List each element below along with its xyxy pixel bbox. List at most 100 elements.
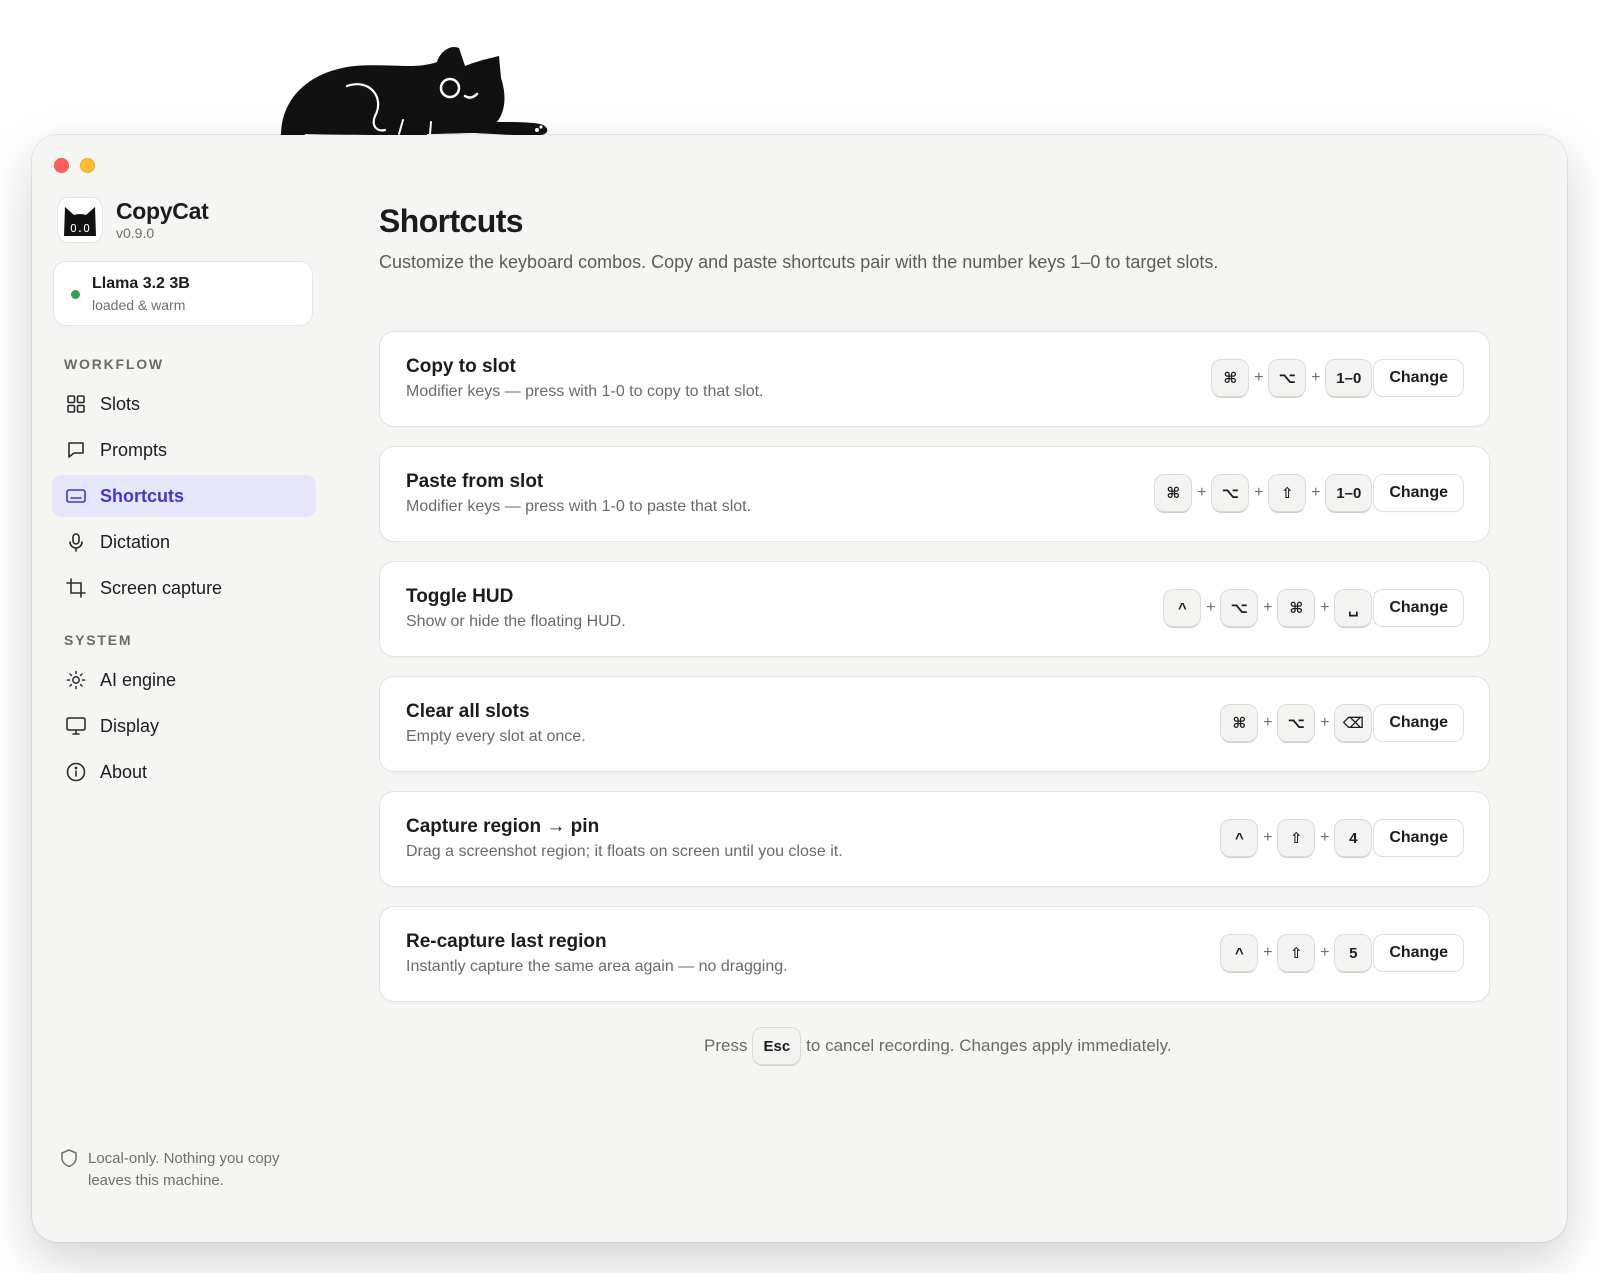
command-key: ⌘ bbox=[1278, 590, 1315, 626]
plus-separator: + bbox=[1320, 829, 1330, 846]
shortcut-card-clear-all-slots: Clear all slots Empty every slot at once… bbox=[380, 677, 1489, 771]
option-key: ⌥ bbox=[1269, 360, 1306, 396]
shortcut-card-toggle-hud: Toggle HUD Show or hide the floating HUD… bbox=[380, 562, 1489, 656]
sidebar-item-ai-engine[interactable]: AI engine bbox=[52, 659, 316, 701]
option-key: ⌥ bbox=[1278, 705, 1315, 741]
delete-key: ⌫ bbox=[1335, 705, 1372, 741]
message-icon bbox=[64, 438, 88, 462]
shortcut-title: Toggle HUD bbox=[406, 586, 514, 607]
control-key: ^ bbox=[1164, 590, 1201, 626]
shift-key: ⇧ bbox=[1269, 475, 1306, 511]
change-button[interactable]: Change bbox=[1374, 360, 1463, 396]
keyboard-icon bbox=[64, 484, 88, 508]
privacy-note-text: Local-only. Nothing you copy leaves this… bbox=[88, 1150, 280, 1189]
key-combo: ⌘ + ⌥ + ⌫ Change bbox=[1221, 705, 1463, 741]
key-combo: ^ + ⇧ + 5 Change bbox=[1221, 935, 1463, 971]
sidebar-item-screen-capture[interactable]: Screen capture bbox=[52, 567, 316, 609]
page-title: Shortcuts bbox=[379, 203, 524, 239]
key-combo: ⌘ + ⌥ + ⇧ + 1–0 Change bbox=[1155, 475, 1463, 511]
section-label-system: SYSTEM bbox=[64, 632, 133, 648]
svg-text:O.O: O.O bbox=[70, 222, 90, 235]
sidebar-item-label: Shortcuts bbox=[100, 485, 185, 506]
plus-separator: + bbox=[1206, 599, 1216, 616]
page-description: Customize the keyboard combos. Copy and … bbox=[379, 252, 1219, 272]
app-brand: O.O CopyCat v0.9.0 bbox=[58, 198, 209, 242]
shortcut-subtitle: Modifier keys — press with 1-0 to copy t… bbox=[406, 383, 764, 400]
shortcut-subtitle: Modifier keys — press with 1-0 to paste … bbox=[406, 498, 752, 515]
plus-separator: + bbox=[1197, 484, 1207, 501]
hint-prefix: Press bbox=[704, 1036, 748, 1055]
sidebar-item-prompts[interactable]: Prompts bbox=[52, 429, 316, 471]
plus-separator: + bbox=[1263, 714, 1273, 731]
change-button[interactable]: Change bbox=[1374, 475, 1463, 511]
shortcut-card-capture-region: Capture region → pin Drag a screenshot r… bbox=[380, 792, 1489, 886]
shortcut-title: Clear all slots bbox=[406, 701, 530, 722]
shortcut-title: Paste from slot bbox=[406, 471, 544, 492]
sidebar-item-label: AI engine bbox=[100, 669, 177, 690]
shortcut-card-paste-from-slot: Paste from slot Modifier keys — press wi… bbox=[380, 447, 1489, 541]
sidebar-item-dictation[interactable]: Dictation bbox=[52, 521, 316, 563]
sidebar-item-about[interactable]: About bbox=[52, 751, 316, 793]
space-key: ␣ bbox=[1335, 590, 1372, 626]
change-button[interactable]: Change bbox=[1374, 705, 1463, 741]
microphone-icon bbox=[64, 530, 88, 554]
command-key: ⌘ bbox=[1212, 360, 1249, 396]
number-range-key: 1–0 bbox=[1326, 475, 1372, 511]
plus-separator: + bbox=[1263, 944, 1273, 961]
app-name: CopyCat bbox=[116, 198, 209, 224]
crop-icon bbox=[64, 576, 88, 600]
key-combo: ⌘ + ⌥ + 1–0 Change bbox=[1212, 360, 1463, 396]
shortcut-card-recapture-region: Re-capture last region Instantly capture… bbox=[380, 907, 1489, 1001]
privacy-note: Local-only. Nothing you copy leaves this… bbox=[60, 1148, 308, 1192]
command-key: ⌘ bbox=[1221, 705, 1258, 741]
plus-separator: + bbox=[1263, 599, 1273, 616]
shortcut-title: Capture region → pin bbox=[406, 816, 600, 837]
plus-separator: + bbox=[1320, 714, 1330, 731]
recording-hint: Press Esc to cancel recording. Changes a… bbox=[704, 1028, 1172, 1064]
command-key: ⌘ bbox=[1155, 475, 1192, 511]
number-key: 5 bbox=[1335, 935, 1372, 971]
shortcut-subtitle: Show or hide the floating HUD. bbox=[406, 613, 626, 630]
plus-separator: + bbox=[1254, 484, 1264, 501]
sun-icon bbox=[64, 668, 88, 692]
sidebar-item-label: Display bbox=[100, 715, 160, 736]
sidebar-item-label: Dictation bbox=[100, 531, 171, 552]
shortcut-subtitle: Empty every slot at once. bbox=[406, 728, 586, 745]
sidebar-item-label: Prompts bbox=[100, 439, 168, 460]
section-label-workflow: WORKFLOW bbox=[64, 356, 164, 372]
minimize-window-button[interactable] bbox=[80, 158, 95, 173]
plus-separator: + bbox=[1263, 829, 1273, 846]
shortcut-subtitle: Instantly capture the same area again — … bbox=[406, 958, 788, 975]
plus-separator: + bbox=[1320, 944, 1330, 961]
number-range-key: 1–0 bbox=[1326, 360, 1372, 396]
model-status: loaded & warm bbox=[92, 297, 186, 313]
change-button[interactable]: Change bbox=[1374, 935, 1463, 971]
monitor-icon bbox=[64, 714, 88, 738]
shift-key: ⇧ bbox=[1278, 935, 1315, 971]
sidebar-item-slots[interactable]: Slots bbox=[52, 383, 316, 425]
shortcut-title: Re-capture last region bbox=[406, 931, 607, 952]
status-dot bbox=[71, 290, 80, 299]
sidebar-item-label: About bbox=[100, 761, 148, 782]
sidebar-item-display[interactable]: Display bbox=[52, 705, 316, 747]
sidebar-item-label: Slots bbox=[100, 393, 141, 414]
close-window-button[interactable] bbox=[54, 158, 69, 173]
key-combo: ^ + ⇧ + 4 Change bbox=[1221, 820, 1463, 856]
change-button[interactable]: Change bbox=[1374, 820, 1463, 856]
shield-icon bbox=[60, 1148, 78, 1192]
shortcut-subtitle: Drag a screenshot region; it floats on s… bbox=[406, 843, 843, 860]
control-key: ^ bbox=[1221, 935, 1258, 971]
escape-key: Esc bbox=[753, 1028, 801, 1064]
key-combo: ^ + ⌥ + ⌘ + ␣ Change bbox=[1164, 590, 1463, 626]
info-icon bbox=[64, 760, 88, 784]
option-key: ⌥ bbox=[1212, 475, 1249, 511]
plus-separator: + bbox=[1254, 369, 1264, 386]
copycat-logo-icon: O.O bbox=[58, 198, 102, 242]
change-button[interactable]: Change bbox=[1374, 590, 1463, 626]
shortcut-title: Copy to slot bbox=[406, 356, 516, 377]
plus-separator: + bbox=[1311, 369, 1321, 386]
model-status-card[interactable]: Llama 3.2 3B loaded & warm bbox=[54, 262, 312, 325]
sidebar-item-shortcuts[interactable]: Shortcuts bbox=[52, 475, 316, 517]
app-window: O.O CopyCat v0.9.0 Llama 3.2 3B loaded &… bbox=[32, 135, 1567, 1242]
grid-icon bbox=[64, 392, 88, 416]
